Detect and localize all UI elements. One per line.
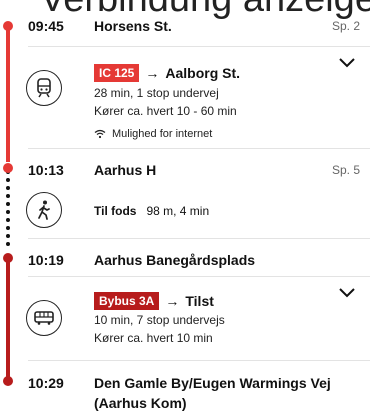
timeline-segment-bus: [6, 258, 10, 381]
stop-time: 09:45: [28, 18, 64, 34]
walk-detail: 98 m, 4 min: [146, 204, 210, 218]
timeline-segment-train: [6, 25, 10, 162]
track-label: Sp. 2: [331, 19, 360, 33]
track-label: Sp. 5: [331, 163, 360, 177]
train-icon-glyph: [37, 78, 51, 98]
leg-duration-stops: 10 min, 7 stop undervejs: [94, 313, 225, 327]
leg-details: 28 min, 1 stop undervej Kører ca. hvert …: [94, 85, 237, 119]
stop-name: Den Gamle By/Eugen Warmings Vej (Aarhus …: [94, 373, 331, 413]
leg-details: 10 min, 7 stop undervejs Kører ca. hvert…: [94, 312, 225, 346]
walking-icon-glyph: [38, 200, 50, 220]
leg-header: IC 125 → Aalborg St.: [94, 64, 240, 82]
destination: Aalborg St.: [165, 65, 241, 81]
line-badge: IC 125: [94, 64, 140, 82]
chevron-down-icon[interactable]: [338, 287, 356, 299]
stop-name: Aarhus Banegårdsplads: [94, 252, 256, 268]
divider: [28, 276, 370, 277]
leg-frequency: Kører ca. hvert 10 min: [94, 331, 213, 345]
stop-time: 10:29: [28, 375, 64, 391]
leg-frequency: Kører ca. hvert 10 - 60 min: [94, 104, 237, 118]
stop-name: Horsens St.: [94, 18, 172, 34]
stop-name: Aarhus H: [94, 162, 157, 178]
page-title-cut: Verbindung anzeigen: [40, 0, 370, 21]
wifi-icon: [94, 129, 106, 139]
direction-arrow: →: [165, 293, 180, 309]
leg-duration-stops: 28 min, 1 stop undervej: [94, 86, 219, 100]
bus-icon: [26, 300, 62, 336]
walk-label: Til fods: [94, 204, 137, 218]
stop-dot-2: [3, 163, 13, 173]
stop-time: 10:19: [28, 252, 64, 268]
wifi-label: Mulighed for internet: [112, 128, 213, 140]
direction-arrow: →: [145, 65, 160, 81]
stop-name-line2: (Aarhus Kom): [94, 395, 187, 411]
timeline-walk-dots: [6, 170, 10, 246]
divider: [28, 238, 370, 239]
stop-name-line1: Den Gamle By/Eugen Warmings Vej: [94, 375, 331, 391]
leg-header: Bybus 3A → Tilst: [94, 292, 214, 310]
line-badge: Bybus 3A: [94, 292, 160, 310]
stop-dot-1: [3, 21, 13, 31]
divider: [28, 360, 370, 361]
stop-dot-3: [3, 253, 13, 263]
train-icon: [26, 70, 62, 106]
chevron-down-icon[interactable]: [338, 57, 356, 69]
stop-dot-4: [3, 376, 13, 386]
walking-icon: [26, 192, 62, 228]
divider: [28, 46, 370, 47]
divider: [28, 148, 370, 149]
walk-info: Til fods 98 m, 4 min: [94, 204, 209, 218]
bus-icon-glyph: [34, 311, 54, 325]
wifi-info: Mulighed for internet: [94, 128, 212, 140]
destination: Tilst: [185, 293, 214, 309]
stop-time: 10:13: [28, 162, 64, 178]
